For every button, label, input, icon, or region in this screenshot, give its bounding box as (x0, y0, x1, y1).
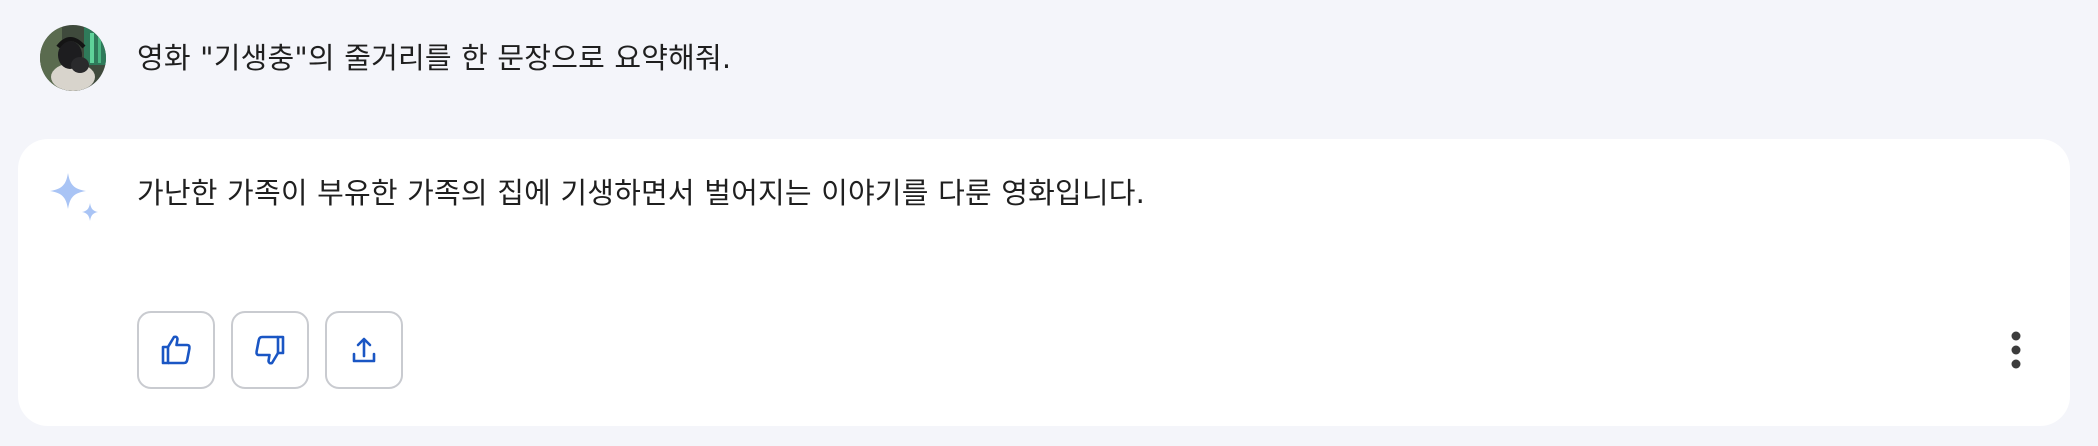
sparkle-icon (50, 173, 98, 221)
user-avatar[interactable] (40, 25, 106, 91)
more-vert-icon (2011, 331, 2021, 369)
share-button[interactable] (325, 311, 403, 389)
more-options-button[interactable] (1993, 325, 2039, 375)
user-message-text: 영화 "기생충"의 줄거리를 한 문장으로 요약해줘. (137, 41, 732, 75)
assistant-response-card: 가난한 가족이 부유한 가족의 집에 기생하면서 벌어지는 이야기를 다룬 영화… (18, 139, 2070, 426)
thumbs-down-button[interactable] (231, 311, 309, 389)
share-icon (352, 337, 376, 363)
thumbs-up-button[interactable] (137, 311, 215, 389)
user-message-row: 영화 "기생충"의 줄거리를 한 문장으로 요약해줘. (40, 25, 731, 91)
thumbs-down-icon (255, 335, 285, 365)
thumbs-up-icon (161, 335, 191, 365)
avatar-image (40, 25, 106, 91)
response-actions (137, 311, 403, 389)
assistant-response-text: 가난한 가족이 부유한 가족의 집에 기생하면서 벌어지는 이야기를 다룬 영화… (137, 176, 1146, 210)
